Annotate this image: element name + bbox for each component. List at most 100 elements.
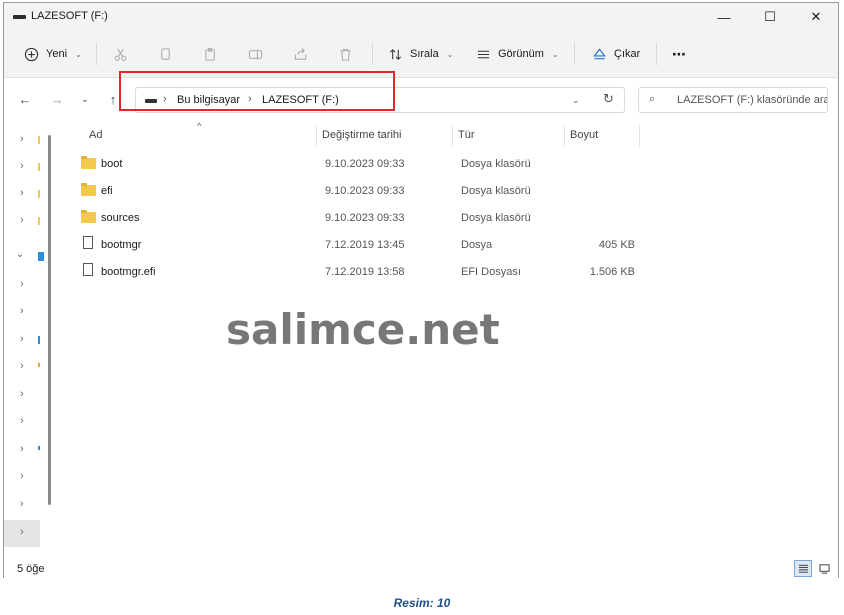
chevron-right-icon[interactable]: › (20, 443, 24, 455)
drive-icon (13, 15, 26, 19)
toolbar-divider (574, 43, 575, 65)
chevron-right-icon[interactable]: › (20, 305, 24, 317)
file-icon (83, 236, 93, 249)
folder-icon (81, 210, 96, 223)
chevron-right-icon[interactable]: › (20, 214, 24, 226)
column-header-name[interactable]: Ad (89, 129, 102, 141)
new-label: Yeni (46, 48, 68, 60)
nav-pane-scrollbar[interactable] (48, 135, 51, 505)
table-row[interactable]: sources 9.10.2023 09:33 Dosya klasörü (77, 205, 657, 231)
file-type: Dosya klasörü (461, 185, 531, 197)
table-row[interactable]: bootmgr.efi 7.12.2019 13:58 EFI Dosyası … (77, 259, 657, 285)
plus-circle-icon (22, 45, 40, 63)
file-modified: 9.10.2023 09:33 (325, 158, 405, 170)
search-icon: ⌕ (649, 93, 656, 105)
sort-label: Sırala (410, 48, 439, 60)
file-type: EFI Dosyası (461, 266, 521, 278)
folder-icon (81, 183, 96, 196)
sort-ascending-icon: ^ (197, 121, 202, 131)
table-row[interactable]: efi 9.10.2023 09:33 Dosya klasörü (77, 178, 657, 204)
chevron-right-icon[interactable]: › (20, 526, 24, 538)
column-header-type[interactable]: Tür (458, 129, 475, 141)
chevron-right-icon[interactable]: › (20, 160, 24, 172)
file-name: boot (101, 158, 123, 170)
view-button[interactable]: Görünüm ⌄ (474, 31, 559, 77)
folder-icon (81, 156, 96, 169)
file-type: Dosya klasörü (461, 212, 531, 224)
details-view-icon (798, 564, 808, 573)
file-modified: 9.10.2023 09:33 (325, 185, 405, 197)
watermark-text: salimce.net (226, 305, 500, 354)
file-size: 1.506 KB (589, 266, 635, 278)
share-icon (291, 45, 309, 63)
copy-icon (156, 45, 174, 63)
column-divider[interactable] (564, 125, 565, 147)
tiles-view-icon (818, 564, 830, 574)
new-button[interactable]: Yeni ⌄ (22, 31, 82, 77)
details-view-button[interactable] (794, 560, 812, 577)
column-divider[interactable] (639, 125, 640, 147)
chevron-right-icon[interactable]: › (20, 498, 24, 510)
forward-arrow-icon[interactable]: → (46, 88, 68, 110)
minimize-button[interactable]: — (702, 3, 746, 31)
chevron-right-icon[interactable]: › (20, 133, 24, 145)
scissors-icon (111, 45, 129, 63)
more-options-button[interactable]: ⋯ (672, 31, 686, 77)
column-divider[interactable] (452, 125, 453, 147)
toolbar-divider (656, 43, 657, 65)
chevron-right-icon[interactable]: › (20, 333, 24, 345)
column-header-size[interactable]: Boyut (570, 129, 598, 141)
window-title: LAZESOFT (F:) (31, 10, 108, 22)
item-count: 5 öğe (17, 563, 45, 575)
chevron-right-icon[interactable]: › (20, 388, 24, 400)
close-button[interactable]: ✕ (794, 3, 838, 31)
rename-icon (246, 45, 264, 63)
file-modified: 9.10.2023 09:33 (325, 212, 405, 224)
tiles-view-button[interactable] (815, 560, 833, 577)
file-size: 405 KB (598, 239, 635, 251)
column-divider[interactable] (316, 125, 317, 147)
title-bar: LAZESOFT (F:) — ☐ ✕ (4, 3, 838, 31)
column-header-row: ^ Ad Değiştirme tarihi Tür Boyut (59, 121, 839, 149)
toolbar-divider (372, 43, 373, 65)
chevron-down-icon[interactable]: ⌄ (16, 249, 24, 260)
folder-icon (38, 217, 40, 225)
chevron-right-icon[interactable]: › (20, 360, 24, 372)
chevron-right-icon[interactable]: › (20, 187, 24, 199)
chevron-down-icon: ⌄ (446, 49, 454, 59)
view-label: Görünüm (498, 48, 544, 60)
figure-caption: Resim: 10 (393, 596, 451, 610)
trash-icon (336, 45, 354, 63)
clipboard-icon (201, 45, 219, 63)
address-history-chevron-icon[interactable]: ⌄ (572, 95, 580, 106)
file-modified: 7.12.2019 13:45 (325, 239, 405, 251)
column-header-modified[interactable]: Değiştirme tarihi (322, 129, 401, 141)
sort-button[interactable]: Sırala ⌄ (386, 31, 453, 77)
folder-icon (38, 163, 40, 171)
recent-chevron-icon[interactable]: ⌄ (74, 88, 96, 110)
chevron-right-icon[interactable]: › (20, 415, 24, 427)
chevron-down-icon: ⌄ (75, 49, 82, 59)
table-row[interactable]: bootmgr 7.12.2019 13:45 Dosya 405 KB (77, 232, 657, 258)
table-row[interactable]: boot 9.10.2023 09:33 Dosya klasörü (77, 151, 657, 177)
computer-icon (38, 252, 44, 261)
file-name: efi (101, 185, 113, 197)
search-placeholder: LAZESOFT (F:) klasöründe ara (677, 94, 828, 106)
search-box[interactable]: ⌕ LAZESOFT (F:) klasöründe ara (638, 87, 828, 113)
maximize-button[interactable]: ☐ (748, 3, 792, 31)
sort-arrows-icon (386, 45, 404, 63)
chevron-right-icon[interactable]: › (20, 278, 24, 290)
refresh-icon[interactable]: ↻ (603, 91, 614, 107)
folder-icon (38, 190, 40, 198)
nav-tree-item-selected[interactable]: › (4, 520, 40, 547)
eject-icon (590, 45, 608, 63)
toolbar-divider (96, 43, 97, 65)
file-name: sources (101, 212, 140, 224)
file-type: Dosya (461, 239, 493, 251)
address-highlight-box (119, 71, 395, 111)
chevron-right-icon[interactable]: › (20, 470, 24, 482)
eject-button[interactable]: Çıkar (590, 31, 640, 77)
file-name: bootmgr (101, 239, 142, 251)
file-name: bootmgr.efi (101, 266, 156, 278)
back-arrow-icon[interactable]: ← (14, 88, 36, 110)
